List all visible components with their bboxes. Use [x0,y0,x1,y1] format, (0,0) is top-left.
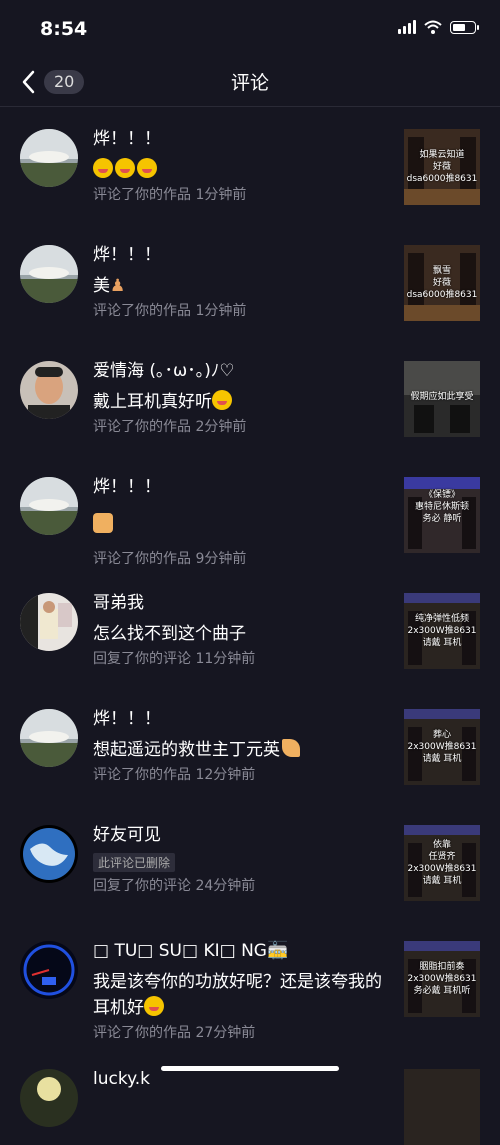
user-name[interactable]: 烨！！！ [93,475,388,499]
avatar[interactable] [20,129,78,187]
list-item[interactable]: 哥弟我 怎么找不到这个曲子 回复了你的评论 11分钟前 纯净弹性低频 2x300… [0,571,500,687]
thumbnail-caption: 飘雪 好薇 dsa6000推8631 [406,266,478,300]
comment-text [93,513,388,541]
avatar[interactable] [20,941,78,999]
status-time: 8:54 [40,18,88,40]
user-name[interactable]: 烨！！！ [93,707,388,731]
comment-text: 戴上耳机真好听 [93,389,388,415]
comment-body: 想起遥远的救世主丁元英 [93,740,280,760]
list-item[interactable]: 烨！！！ 美♟ 评论了你的作品 1分钟前 飘雪 好薇 dsa6000推8631 [0,223,500,339]
cellular-signal-icon [398,20,416,34]
deleted-comment-badge: 此评论已删除 [93,853,176,872]
thumbnail-caption: 纯净弹性低频 2x300W推8631 请戴 耳机 [407,614,477,648]
user-name[interactable]: □ TU□ SU□ KI□ NG🚋 [93,939,388,963]
thumbs-up-emoji-icon [93,513,113,533]
video-thumbnail[interactable]: 纯净弹性低频 2x300W推8631 请戴 耳机 [404,593,480,669]
list-item[interactable]: 好友可见 此评论已删除 回复了你的评论 24分钟前 依靠 任贤齐 2x300W推… [0,803,500,919]
laughing-emoji-icon [144,996,164,1016]
wifi-icon [424,20,442,34]
comment-text: 怎么找不到这个曲子 [93,624,246,644]
comment-text: 想起遥远的救世主丁元英 [93,737,388,763]
emoji-face-icon [115,158,135,178]
list-item[interactable]: 爱情海 (｡･ω･｡)ﾉ♡ 戴上耳机真好听 评论了你的作品 2分钟前 假期应如此… [0,339,500,455]
avatar[interactable] [20,709,78,767]
comment-meta: 评论了你的作品 1分钟前 [93,303,247,319]
list-item[interactable]: □ TU□ SU□ KI□ NG🚋 我是该夸你的功放好呢？还是该夸我的耳机好 评… [0,919,500,1059]
comment-text: 美♟ [93,273,388,299]
video-thumbnail[interactable]: 依靠 任贤齐 2x300W推8631 请戴 耳机 [404,825,480,901]
hand-emoji-icon [282,739,300,757]
video-thumbnail[interactable]: 胭脂扣前奏 2x300W推8631 务必戴 耳机听 [404,941,480,1017]
gourd-emoji-icon: ♟ [110,276,126,296]
emoji-face-icon [93,158,113,178]
video-thumbnail[interactable]: 飘雪 好薇 dsa6000推8631 [404,245,480,321]
home-indicator [161,1066,339,1071]
status-bar: 8:54 [0,0,500,58]
list-item[interactable]: 烨！！！ 想起遥远的救世主丁元英 评论了你的作品 12分钟前 葬心 2x300W… [0,687,500,803]
thumbnail-caption: 葬心 2x300W推8631 请戴 耳机 [407,730,477,764]
video-thumbnail[interactable]: 葬心 2x300W推8631 请戴 耳机 [404,709,480,785]
video-thumbnail[interactable]: 假期应如此享受 [404,361,480,437]
page-title: 评论 [230,72,269,94]
emoji-face-icon [137,158,157,178]
comment-meta: 评论了你的作品 1分钟前 [93,187,247,203]
avatar[interactable] [20,825,78,883]
user-name[interactable]: 爱情海 (｡･ω･｡)ﾉ♡ [93,359,388,383]
avatar[interactable] [20,477,78,535]
avatar[interactable] [20,245,78,303]
video-thumbnail[interactable]: 如果云知道 好薇 dsa6000推8631 [404,129,480,205]
list-item[interactable]: 烨！！！ 评论了你的作品 9分钟前 《保镖》 惠特尼休斯顿 务必 静听 [0,455,500,571]
comment-meta: 回复了你的评论 11分钟前 [93,651,256,667]
thumbnail-caption: 如果云知道 好薇 dsa6000推8631 [406,150,478,184]
comment-meta: 回复了你的评论 24分钟前 [93,878,256,894]
thumbnail-caption: 依靠 任贤齐 2x300W推8631 请戴 耳机 [407,840,477,886]
comment-text: 我是该夸你的功放好呢？还是该夸我的耳机好 [93,969,388,1021]
user-name[interactable]: 哥弟我 [93,591,388,615]
thumbnail-caption: 假期应如此享受 [410,392,474,402]
list-item[interactable]: lucky.k [0,1059,500,1145]
comment-meta: 评论了你的作品 2分钟前 [93,419,247,435]
thumbnail-caption: 胭脂扣前奏 2x300W推8631 务必戴 耳机听 [407,962,477,996]
thumbnail-caption: 《保镖》 惠特尼休斯顿 务必 静听 [414,490,469,524]
user-name[interactable]: 烨！！！ [93,243,388,267]
comment-body: 我是该夸你的功放好呢？还是该夸我的耳机好 [93,972,382,1018]
battery-icon [450,20,479,34]
avatar[interactable] [20,593,78,651]
video-thumbnail[interactable]: 《保镖》 惠特尼休斯顿 务必 静听 [404,477,480,553]
comment-meta: 评论了你的作品 12分钟前 [93,767,256,783]
user-name[interactable]: 好友可见 [93,823,388,847]
comment-meta: 评论了你的作品 9分钟前 [93,551,247,567]
user-name[interactable]: 烨！！！ [93,127,388,151]
grin-emoji-icon [212,390,232,410]
video-thumbnail[interactable] [404,1069,480,1145]
list-item[interactable]: 烨！！！ 评论了你的作品 1分钟前 如果云知道 好薇 dsa6000推8631 [0,107,500,223]
comment-body: 戴上耳机真好听 [93,392,212,412]
avatar[interactable] [20,1069,78,1127]
status-icons [398,20,479,34]
comment-body: 美 [93,276,110,296]
comment-meta: 评论了你的作品 27分钟前 [93,1025,256,1041]
avatar[interactable] [20,361,78,419]
nav-bar: 20 评论 [0,58,500,107]
comment-emoji [93,157,388,183]
